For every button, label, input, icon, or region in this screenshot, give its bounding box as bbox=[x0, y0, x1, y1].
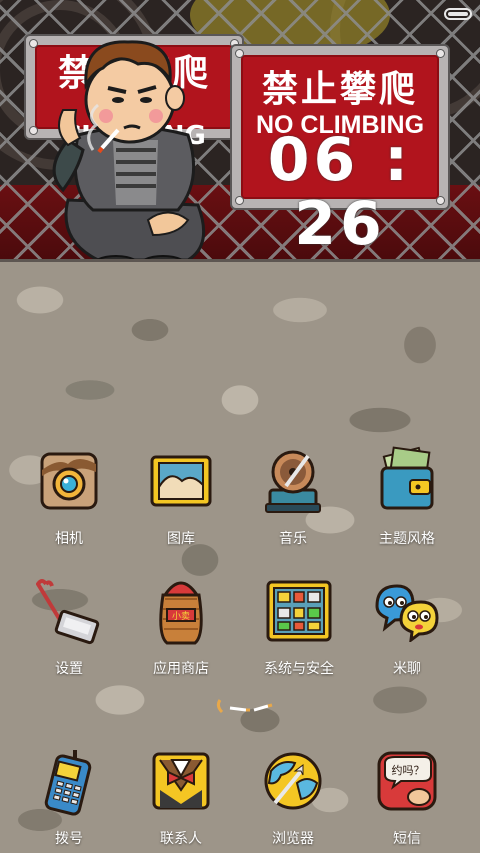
contacts-icon bbox=[144, 744, 218, 818]
app-settings[interactable]: 设置 bbox=[9, 574, 129, 678]
app-gallery[interactable]: 图库 bbox=[121, 444, 241, 548]
app-store-icon: 小卖 bbox=[144, 574, 218, 648]
battery-icon bbox=[444, 8, 472, 20]
app-label: 米聊 bbox=[393, 661, 421, 677]
bolt-icon bbox=[29, 39, 38, 48]
store-sign-text: 小卖 bbox=[172, 611, 190, 622]
app-label: 应用商店 bbox=[153, 661, 209, 677]
app-label: 浏览器 bbox=[272, 831, 314, 847]
dock-messages[interactable]: 约吗？ 短信 bbox=[347, 744, 467, 848]
dock-browser[interactable]: 浏览器 bbox=[233, 744, 353, 848]
header-wallpaper: 禁止攀爬 NO CLIMBING 禁止攀爬 NO CLIMBING 06 : 2… bbox=[0, 0, 480, 262]
page-indicator[interactable] bbox=[210, 696, 276, 716]
app-label: 短信 bbox=[393, 831, 421, 847]
browser-icon bbox=[256, 744, 330, 818]
app-label: 音乐 bbox=[279, 531, 307, 547]
mitalk-icon bbox=[370, 574, 444, 648]
app-security[interactable]: 系统与安全 bbox=[239, 574, 359, 678]
app-music[interactable]: 音乐 bbox=[233, 444, 353, 548]
bolt-icon bbox=[29, 126, 38, 135]
cartoon-character-illustration bbox=[52, 40, 206, 259]
settings-icon bbox=[32, 574, 106, 648]
app-label: 系统与安全 bbox=[264, 661, 334, 677]
app-mitalk[interactable]: 米聊 bbox=[347, 574, 467, 678]
security-icon bbox=[262, 574, 336, 648]
clock-widget[interactable]: 06 : 26 bbox=[236, 128, 444, 256]
app-camera[interactable]: 相机 bbox=[9, 444, 129, 548]
app-store[interactable]: 小卖 应用商店 bbox=[121, 574, 241, 678]
app-label: 设置 bbox=[55, 661, 83, 677]
music-icon bbox=[256, 444, 330, 518]
bolt-icon bbox=[235, 49, 244, 58]
phone-icon bbox=[32, 744, 106, 818]
message-bubble-text: 约吗？ bbox=[392, 764, 425, 777]
dock-contacts[interactable]: 联系人 bbox=[121, 744, 241, 848]
app-themes[interactable]: 主题风格 bbox=[347, 444, 467, 548]
app-label: 相机 bbox=[55, 531, 83, 547]
app-label: 图库 bbox=[167, 531, 195, 547]
app-label: 主题风格 bbox=[379, 531, 435, 547]
camera-icon bbox=[32, 444, 106, 518]
app-label: 拨号 bbox=[55, 831, 83, 847]
app-label: 联系人 bbox=[160, 831, 202, 847]
theme-icon bbox=[370, 444, 444, 518]
gallery-icon bbox=[144, 444, 218, 518]
sign-chinese-text: 禁止攀爬 bbox=[261, 69, 418, 110]
dock-phone[interactable]: 拨号 bbox=[9, 744, 129, 848]
bolt-icon bbox=[436, 49, 445, 58]
messages-icon: 约吗？ bbox=[370, 744, 444, 818]
